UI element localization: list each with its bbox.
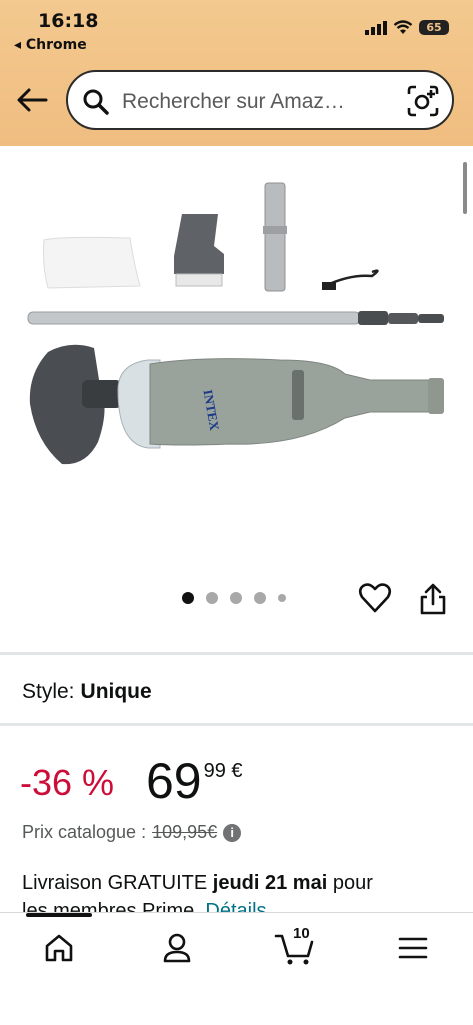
delivery-info: Livraison GRATUITE jeudi 21 mai pour xyxy=(22,872,373,895)
search-input[interactable]: Rechercher sur Amaz… xyxy=(122,90,345,114)
heart-icon xyxy=(358,583,392,613)
wishlist-button[interactable] xyxy=(358,582,392,619)
menu-icon xyxy=(398,937,428,959)
product-image: INTEX xyxy=(27,182,444,465)
back-to-app-link[interactable]: ◂ Chrome xyxy=(14,37,87,53)
status-time: 16:18 xyxy=(38,10,99,32)
product-image-gallery[interactable]: INTEX xyxy=(0,146,473,652)
tab-account[interactable] xyxy=(137,913,217,983)
account-icon xyxy=(163,933,191,963)
style-selector[interactable]: Style: Unique xyxy=(22,680,152,704)
carousel-dot[interactable] xyxy=(182,592,194,604)
back-arrow-icon xyxy=(17,88,48,112)
delivery-line2: les membres Prime. xyxy=(22,900,206,912)
info-icon[interactable]: i xyxy=(223,823,242,842)
signal-icon xyxy=(365,20,387,35)
back-button[interactable] xyxy=(14,82,50,118)
list-price-row: Prix catalogue : 109,95€ i xyxy=(22,822,242,843)
carousel-dot[interactable] xyxy=(254,592,266,604)
tab-home[interactable] xyxy=(19,913,99,983)
share-button[interactable] xyxy=(418,582,448,621)
delivery-date: jeudi 21 mai xyxy=(212,872,328,894)
bottom-tab-bar: 10 xyxy=(0,912,473,1025)
cart-count: 10 xyxy=(293,925,310,942)
search-icon xyxy=(83,89,109,115)
carousel-dot[interactable] xyxy=(206,592,218,604)
price: 69 99 € xyxy=(146,752,243,810)
gallery-scrollbar[interactable] xyxy=(463,162,467,214)
style-label: Style: xyxy=(22,680,75,703)
home-icon xyxy=(45,934,73,962)
battery-indicator: 65 xyxy=(419,20,449,35)
carousel-dots[interactable] xyxy=(182,592,286,604)
price-whole: 69 xyxy=(146,753,202,809)
carousel-dot[interactable] xyxy=(278,594,286,602)
list-price-label: Prix catalogue : xyxy=(22,822,147,842)
share-icon xyxy=(420,583,446,615)
search-bar[interactable]: Rechercher sur Amaz… xyxy=(66,70,454,130)
delivery-info-line2: les membres Prime. Détails xyxy=(22,900,267,912)
camera-icon[interactable] xyxy=(406,84,440,118)
tab-cart[interactable]: 10 xyxy=(255,913,335,983)
delivery-prefix: Livraison GRATUITE xyxy=(22,872,213,894)
header: 16:18 ◂ Chrome 65 Rechercher sur Amaz… xyxy=(0,0,473,146)
details-link[interactable]: Détails xyxy=(205,900,266,912)
divider xyxy=(0,652,473,655)
delivery-suffix: pour xyxy=(327,872,373,894)
list-price-value: 109,95€ xyxy=(152,822,218,842)
tab-menu[interactable] xyxy=(373,913,453,983)
style-value: Unique xyxy=(80,680,152,703)
discount-percentage: -36 % xyxy=(20,762,115,803)
carousel-dot[interactable] xyxy=(230,592,242,604)
divider xyxy=(0,723,473,726)
wifi-icon xyxy=(393,20,413,34)
status-icons: 65 xyxy=(365,20,449,35)
price-fraction: 99 € xyxy=(203,760,243,782)
